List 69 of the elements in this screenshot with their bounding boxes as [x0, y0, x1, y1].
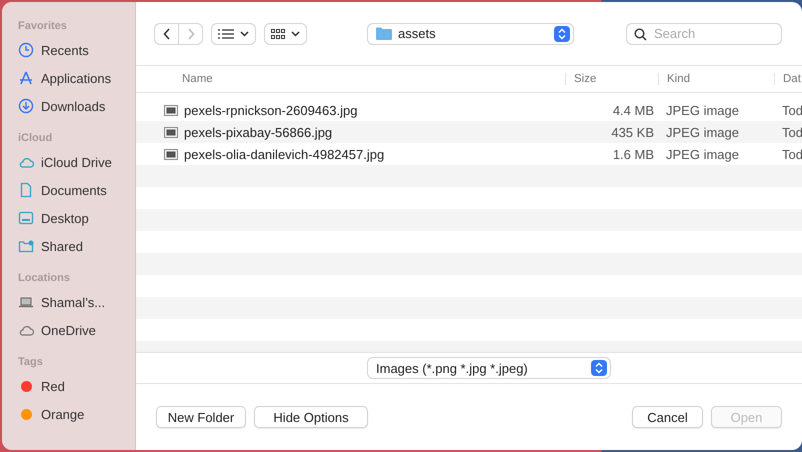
sidebar-item-label: Red	[41, 378, 65, 394]
sidebar-section-title: iCloud	[17, 132, 54, 146]
sidebar-item-label: Shamal’s...	[41, 294, 106, 310]
sidebar-item[interactable]: Desktop	[2, 204, 135, 232]
search-icon	[634, 28, 647, 40]
download-icon	[18, 98, 34, 114]
stepper-icon	[591, 360, 607, 376]
file-size: 435 KB	[610, 124, 655, 140]
file-name[interactable]: pexels-rpnickson-2609463.jpg	[184, 102, 358, 118]
file-kind: JPEG image	[665, 102, 740, 118]
sidebar-item-label: Documents	[41, 182, 107, 198]
dialog-button[interactable]: Cancel	[632, 406, 703, 428]
image-file-icon	[164, 104, 178, 116]
sidebar-item[interactable]: Red	[2, 372, 135, 400]
dialog-button[interactable]: Hide Options	[254, 406, 368, 428]
file-name[interactable]: pexels-olia-danilevich-4982457.jpg	[184, 146, 384, 162]
sidebar-item-label: Downloads	[41, 98, 106, 114]
sidebar-item-label: OneDrive	[41, 322, 96, 338]
sidebar-item[interactable]: iCloud Drive	[2, 148, 135, 176]
back-icon	[162, 28, 170, 40]
sidebar-item-label: Orange	[41, 406, 84, 422]
list-icon	[218, 28, 234, 38]
sidebar-item[interactable]: Documents	[2, 176, 135, 204]
column-header[interactable]: Name	[136, 73, 565, 85]
list-view-button[interactable]	[211, 22, 256, 44]
shared-folder-icon	[18, 238, 34, 254]
table-cell-text: Tod	[781, 146, 802, 162]
sidebar-item[interactable]: Shared	[2, 232, 135, 260]
column-header[interactable]: Kind	[658, 73, 774, 85]
file-kind: JPEG image	[665, 146, 740, 162]
table-cell-text: Tod	[781, 124, 802, 140]
sidebar-item-label: Desktop	[41, 210, 89, 226]
image-file-icon	[164, 126, 178, 138]
document-icon	[18, 182, 34, 198]
file-size: 4.4 MB	[612, 102, 655, 118]
sidebar-item[interactable]: Recents	[2, 36, 135, 64]
chevron-down-icon	[291, 30, 300, 36]
sidebar-item[interactable]: Shamal’s...	[2, 288, 135, 316]
stepper-icon	[554, 26, 570, 42]
app-store-icon	[18, 70, 34, 86]
forward-icon	[186, 28, 194, 40]
sidebar-item-label: Shared	[41, 238, 83, 254]
clock-icon	[18, 42, 34, 58]
sidebar-item[interactable]: Applications	[2, 64, 135, 92]
file-kind: JPEG image	[665, 124, 740, 140]
sidebar-item-label: iCloud Drive	[41, 154, 112, 170]
grid-view-button[interactable]	[264, 22, 307, 44]
sidebar-item[interactable]: Orange	[2, 400, 135, 428]
file-size: 1.6 MB	[612, 146, 655, 162]
dialog-button[interactable]: New Folder	[156, 406, 246, 428]
chevron-down-icon	[240, 30, 249, 36]
column-header[interactable]: Dat	[774, 73, 802, 85]
sidebar-item-label: Recents	[41, 42, 89, 58]
sidebar-section-title: Favorites	[17, 20, 68, 34]
file-type-popup[interactable]: Images (*.png *.jpg *.jpeg)	[367, 357, 611, 379]
column-header[interactable]: Size	[565, 73, 658, 85]
table-cell-text: Tod	[781, 102, 802, 118]
file-name[interactable]: pexels-pixabay-56866.jpg	[184, 124, 332, 140]
grid-icon	[271, 28, 285, 40]
location-popup[interactable]: assets	[367, 22, 574, 44]
sidebar-item[interactable]: OneDrive	[2, 316, 135, 344]
search-field[interactable]: Search	[626, 22, 782, 44]
sidebar-section-title: Locations	[17, 272, 71, 286]
desktop-icon	[18, 210, 34, 226]
sidebar-item-label: Applications	[41, 70, 112, 86]
image-file-icon	[164, 148, 178, 160]
folder-icon	[376, 27, 392, 40]
sidebar-item[interactable]: Downloads	[2, 92, 135, 120]
sidebar-section-title: Tags	[17, 356, 44, 370]
